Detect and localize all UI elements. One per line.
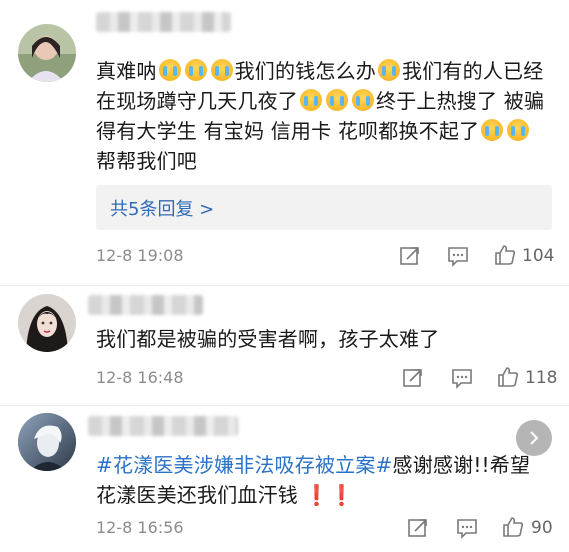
divider — [0, 405, 569, 406]
thumbs-up-icon[interactable] — [502, 516, 524, 538]
comment-text-part: 帮帮我们吧 — [96, 149, 197, 173]
share-icon[interactable] — [399, 245, 421, 267]
avatar[interactable] — [18, 294, 76, 352]
like-count: 118 — [525, 368, 558, 388]
comment-time: 12-8 19:08 — [96, 246, 184, 265]
username-redacted[interactable] — [96, 12, 231, 32]
comment-text: #花漾医美涉嫌非法吸存被立案#感谢感谢!!希望花漾医美还我们血汗钱 ❗❗ — [96, 450, 546, 510]
crying-face-icon — [481, 119, 504, 141]
like-count: 90 — [531, 518, 553, 538]
replies-link[interactable]: 共5条回复 > — [96, 185, 552, 230]
crying-face-icon — [326, 89, 348, 111]
crying-face-icon — [300, 89, 322, 111]
crying-face-icon — [507, 119, 530, 141]
thumbs-up-icon[interactable] — [494, 244, 516, 266]
divider — [0, 285, 569, 286]
alert-icons: ❗❗ — [304, 483, 355, 507]
comment-icon[interactable] — [447, 245, 469, 267]
comment-text: 真难呐 我们的钱怎么办 我们有的人已经在现场蹲守几天几夜了 终于上热搜了 被骗得有大学… — [96, 56, 546, 176]
hashtag-link[interactable]: #花漾医美涉嫌非法吸存被立案# — [96, 453, 393, 477]
crying-face-icon — [378, 59, 401, 81]
replies-label[interactable]: 共5条回复 > — [110, 195, 214, 221]
comment-time: 12-8 16:48 — [96, 368, 184, 387]
crying-face-icon — [210, 59, 233, 81]
comment-text-part: 真难呐 — [96, 59, 157, 83]
share-icon[interactable] — [407, 517, 429, 539]
comment-icon[interactable] — [456, 517, 478, 539]
comment-text: 我们都是被骗的受害者啊，孩子太难了 — [96, 327, 440, 351]
comment-text-part: 我们的钱怎么办 — [234, 59, 377, 83]
crying-face-icon — [352, 89, 374, 111]
thumbs-up-icon[interactable] — [497, 366, 519, 388]
username-redacted[interactable] — [88, 416, 238, 436]
crying-face-icon — [158, 59, 181, 81]
crying-face-icon — [184, 59, 207, 81]
chevron-right-icon — [530, 431, 539, 445]
username-redacted[interactable] — [88, 295, 203, 315]
avatar[interactable] — [18, 24, 76, 82]
like-count: 104 — [522, 246, 555, 266]
avatar[interactable] — [18, 413, 76, 471]
next-button[interactable] — [516, 420, 552, 456]
share-icon[interactable] — [402, 367, 424, 389]
comment-time: 12-8 16:56 — [96, 518, 184, 537]
comment-icon[interactable] — [451, 367, 473, 389]
